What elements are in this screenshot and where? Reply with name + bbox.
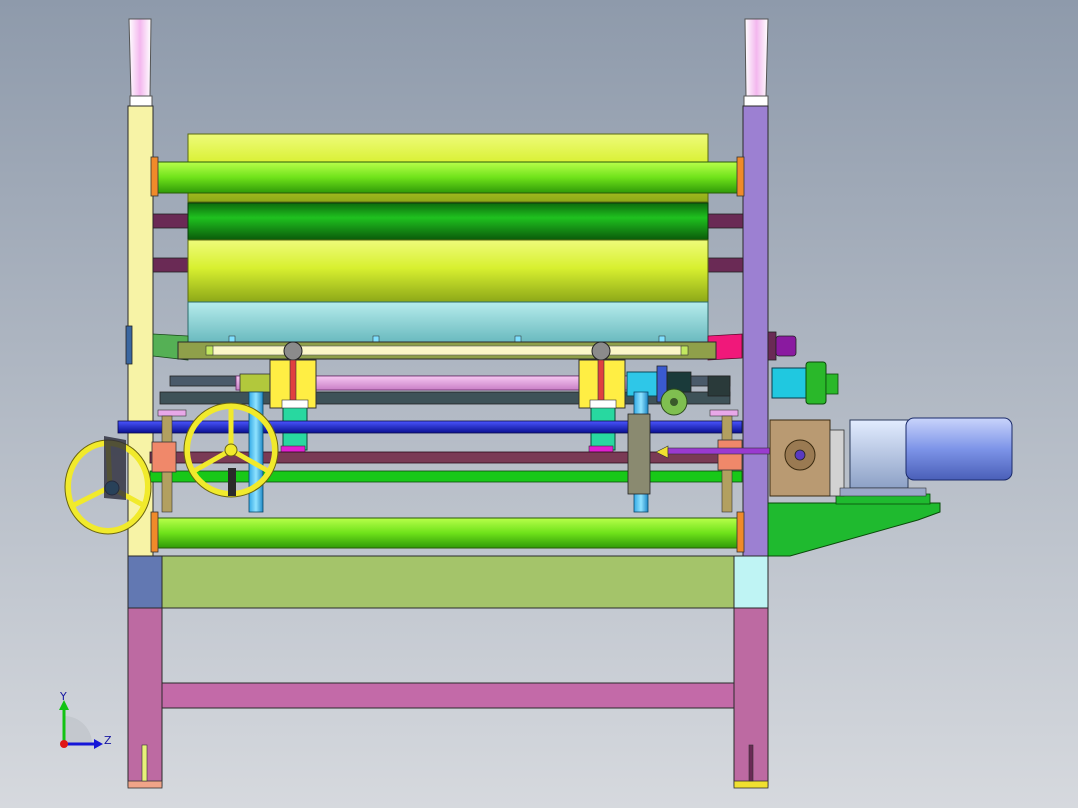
left-leg-slot <box>141 744 148 782</box>
left-post-collar <box>129 95 153 107</box>
green-shaft <box>149 470 743 483</box>
upper-base-beam <box>161 555 735 609</box>
upper-green-sprocket <box>805 361 827 405</box>
handwheel-front-hub <box>224 443 238 457</box>
lower-crossbeam <box>161 682 735 709</box>
roller-cyan-marker-2 <box>372 335 380 343</box>
bottom-lime-roller <box>152 517 742 549</box>
knife-holder-right-cyl-cap <box>589 399 617 409</box>
right-salmon-block <box>717 439 743 471</box>
gearbox-shaft <box>794 449 806 461</box>
roller-cyan-marker-1 <box>228 335 236 343</box>
right-side-frame[interactable] <box>742 18 769 557</box>
triad-origin <box>60 740 68 748</box>
small-green-gear-hub <box>670 398 678 406</box>
motor-body <box>905 417 1013 481</box>
tool-bar-end-left <box>205 345 214 356</box>
triad-y-label: Y <box>59 690 67 703</box>
roller-top-right-bearing <box>736 156 745 197</box>
upper-green-sprocket-hub <box>825 373 839 395</box>
right-column <box>742 105 769 557</box>
right-leg-slot <box>748 744 754 782</box>
knife-holder-left-cyl-cap <box>281 399 309 409</box>
left-base-block <box>127 555 163 609</box>
tool-bar-cream <box>211 345 683 356</box>
knife-holder-left-wheel <box>283 341 303 361</box>
tool-bar-end-right <box>680 345 689 356</box>
roller-top-shaft <box>152 161 742 194</box>
cad-canvas: Y Z <box>0 0 1078 808</box>
roller-top-left-bearing <box>150 156 159 197</box>
right-guide-post <box>744 18 769 97</box>
left-foot <box>127 780 163 789</box>
roller-green-shaft-right <box>706 213 744 229</box>
bottom-roller-right-bearing <box>736 511 745 553</box>
roller-lime-2-shaft-left <box>152 257 190 273</box>
handwheel-front-handle <box>228 468 236 496</box>
triad-z-label: Z <box>104 734 112 747</box>
roller-cyan-marker-4 <box>658 335 666 343</box>
right-pink-plate <box>709 409 739 417</box>
motor-fan-cover <box>839 487 927 497</box>
roller-cyan-right-hub <box>775 335 797 357</box>
handwheel-side-bracket <box>104 436 126 500</box>
left-pink-plate <box>157 409 187 417</box>
right-dark-block <box>707 375 731 397</box>
pink-shaft-left-collar <box>239 373 275 393</box>
roller-green-shaft-left <box>152 213 190 229</box>
cad-viewport[interactable]: Y Z <box>0 0 1078 808</box>
roller-cyan-right-cap <box>767 331 777 361</box>
roller-cyan-marker-3 <box>514 335 522 343</box>
knife-holder-right-wheel <box>591 341 611 361</box>
right-foot <box>733 780 769 789</box>
motor-terminal-box <box>849 419 909 489</box>
right-base-block <box>733 555 769 609</box>
roller-lime-2-body <box>187 239 709 303</box>
upper-cyan-coupling <box>771 367 807 399</box>
grey-slider-block <box>627 413 651 495</box>
roller-lime-2-shaft-right <box>706 257 744 273</box>
right-post-collar <box>743 95 769 107</box>
bottom-roller-left-bearing <box>150 511 159 553</box>
left-guide-post <box>128 18 152 97</box>
left-salmon-block <box>151 441 177 473</box>
roller-green-body <box>187 202 709 241</box>
roller-cyan-left-cap <box>125 325 133 365</box>
roller-stack[interactable] <box>125 133 797 365</box>
gearbox-adapter <box>829 429 845 497</box>
